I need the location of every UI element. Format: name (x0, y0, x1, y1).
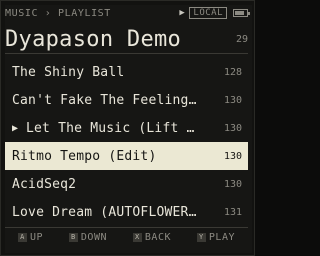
track-bpm: 130 (223, 178, 242, 190)
track-name: Ritmo Tempo (Edit) (12, 148, 157, 164)
track-list: ▶ The Shiny Ball 128 ▶ Can't Fake The Fe… (5, 58, 248, 226)
track-bpm: 128 (223, 66, 242, 78)
track-name: Can't Fake The Feeling… (12, 92, 197, 108)
track-row[interactable]: ▶ The Shiny Ball 128 (5, 58, 248, 86)
hint-label: BACK (144, 231, 171, 243)
button-hints: A UP B DOWN X BACK Y PLAY (5, 227, 248, 246)
x-key-icon: X (132, 232, 142, 242)
b-key-icon: B (68, 232, 78, 242)
track-count: 29 (235, 33, 248, 45)
device-frame: MUSIC › PLAYLIST ▶ LOCAL Dyapason Demo 2… (0, 0, 255, 256)
track-name: AcidSeq2 (12, 176, 77, 192)
hint-label: DOWN (80, 231, 107, 243)
track-name: The Shiny Ball (12, 64, 125, 80)
battery-icon (233, 9, 250, 17)
hint-down[interactable]: B DOWN (68, 231, 107, 243)
hint-label: PLAY (208, 231, 235, 243)
track-name: Love Dream (AUTOFLOWER… (12, 204, 197, 220)
playing-arrow-icon: ▶ (12, 122, 19, 134)
hint-back[interactable]: X BACK (132, 231, 171, 243)
status-bar: MUSIC › PLAYLIST ▶ LOCAL (5, 6, 250, 20)
a-key-icon: A (17, 232, 27, 242)
track-row[interactable]: ▶ Love Dream (AUTOFLOWER… 131 (5, 198, 248, 226)
track-row[interactable]: ▶ Can't Fake The Feeling… 130 (5, 86, 248, 114)
source-badge: LOCAL (189, 7, 227, 19)
track-row[interactable]: ▶ Ritmo Tempo (Edit) 130 (5, 142, 248, 170)
hint-up[interactable]: A UP (17, 231, 43, 243)
track-bpm: 131 (223, 206, 242, 218)
y-key-icon: Y (196, 232, 206, 242)
track-name: Let The Music (Lift … (26, 120, 195, 136)
hint-label: UP (29, 231, 43, 243)
track-row[interactable]: ▶ AcidSeq2 130 (5, 170, 248, 198)
playlist-header: Dyapason Demo 29 (5, 25, 248, 54)
page-title: Dyapason Demo (5, 26, 182, 52)
track-bpm: 130 (223, 94, 242, 106)
hint-play[interactable]: Y PLAY (196, 231, 235, 243)
now-playing-icon: ▶ (179, 8, 186, 18)
breadcrumb: MUSIC › PLAYLIST (5, 7, 111, 19)
track-row[interactable]: ▶ Let The Music (Lift … 130 (5, 114, 248, 142)
track-bpm: 130 (223, 122, 242, 134)
track-bpm: 130 (223, 150, 242, 162)
